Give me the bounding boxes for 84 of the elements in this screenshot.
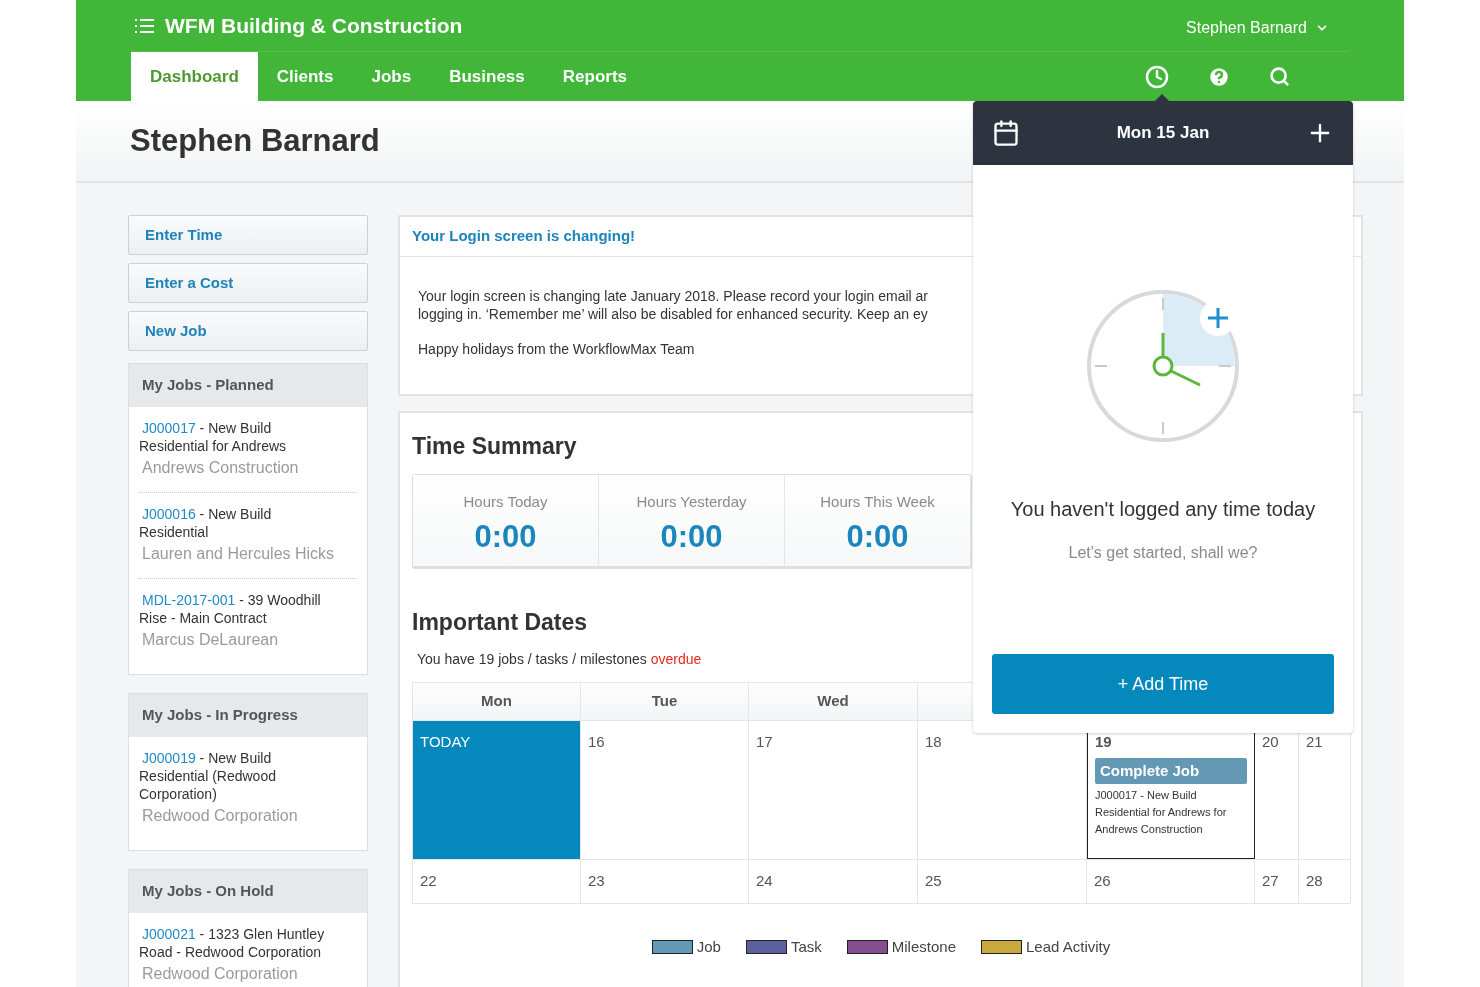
nav-tab[interactable]: Dashboard (131, 52, 258, 101)
client-name: Redwood Corporation (141, 964, 299, 984)
weekday-header: Wed (749, 683, 918, 720)
client-name: Andrews Construction (141, 458, 300, 478)
day-number: 16 (588, 732, 605, 752)
overdue-message: You have 19 jobs / tasks / milestones overdue (416, 650, 702, 669)
job-title: J000021 - 1323 Glen Huntley Road - Redwood Corporation (139, 925, 326, 961)
action-button[interactable]: Enter a Cost (128, 263, 368, 303)
section-title: Time Summary (412, 432, 577, 461)
notice-title: Your Login screen is changing! (412, 226, 636, 247)
day-number: TODAY (420, 732, 471, 752)
legend-label: Job (696, 937, 721, 957)
day-number: 27 (1262, 871, 1279, 891)
action-button[interactable]: New Job (128, 311, 368, 351)
day-number: 19 (1095, 732, 1112, 752)
day-number: 22 (420, 871, 437, 891)
day-cell[interactable]: 17 (749, 720, 918, 859)
day-cell[interactable]: 28 (1299, 859, 1351, 903)
empty-prompt: Let's get started, shall we? (1068, 543, 1258, 563)
legend-label: Milestone (891, 937, 956, 957)
action-button[interactable]: Enter Time (128, 215, 368, 255)
stat-value: 0:00 (846, 519, 909, 555)
add-time-button[interactable]: + Add Time (992, 654, 1334, 714)
job-link[interactable]: J000016 (139, 506, 196, 522)
section-title: Important Dates (412, 607, 588, 637)
panel-title: My Jobs - In Progress (142, 705, 298, 726)
user-menu[interactable]: Stephen Barnard (1186, 11, 1349, 40)
job-link[interactable]: J000021 (139, 926, 196, 942)
notice-text: logging in. ‘Remember me’ will also be disabled for enhanced security. Keep an ey (418, 305, 928, 323)
app-title: WFM Building & Construction (165, 12, 463, 39)
job-link[interactable]: J000017 (139, 420, 196, 436)
menu-icon[interactable] (135, 17, 154, 34)
nav-tab[interactable]: Business (430, 52, 544, 101)
nav-tab[interactable]: Clients (257, 52, 353, 101)
notice-text: Your login screen is changing late January 2018. Please record your login email ar (418, 287, 928, 305)
panel-title: My Jobs - On Hold (142, 881, 274, 902)
stat-value: 0:00 (474, 519, 537, 555)
job-title: J000016 - New Build Residential (139, 505, 273, 541)
clock-icon[interactable] (1145, 64, 1169, 89)
calendar-icon[interactable] (992, 119, 1020, 147)
legend-label: Task (790, 937, 822, 957)
job-title: J000019 - New Build Residential (Redwood Corporation) (139, 749, 277, 803)
panel-title: My Jobs - Planned (142, 375, 274, 396)
day-cell[interactable]: 18 (918, 720, 1087, 859)
day-cell[interactable]: 23 (581, 859, 749, 903)
popup-date: Mon 15 Jan (1116, 122, 1210, 145)
weekday-header: Mon (413, 683, 581, 720)
day-cell[interactable]: 22 (413, 859, 581, 903)
page-title: Stephen Barnard (130, 121, 380, 160)
empty-message: You haven't logged any time today (1010, 497, 1316, 522)
day-number: 24 (756, 871, 773, 891)
legend-label: Lead Activity (1026, 937, 1111, 957)
client-name: Redwood Corporation (141, 806, 299, 826)
day-cell[interactable]: 24 (749, 859, 918, 903)
job-link[interactable]: MDL-2017-001 (139, 592, 236, 608)
stat-label: Hours Yesterday (636, 491, 747, 512)
stat-label: Hours Today (463, 491, 548, 512)
day-number: 20 (1262, 732, 1279, 752)
search-icon[interactable] (1269, 66, 1290, 87)
day-number: 23 (588, 871, 605, 891)
client-name: Marcus DeLaurean (141, 630, 280, 650)
stat-value: 0:00 (660, 519, 723, 555)
today-cell[interactable]: TODAY (413, 720, 581, 859)
day-number: 25 (925, 871, 942, 891)
day-number: 17 (756, 732, 773, 752)
day-cell[interactable]: 27 (1255, 859, 1299, 903)
notice-signoff: Happy holidays from the WorkflowMax Team (418, 340, 695, 358)
day-number: 18 (925, 732, 942, 752)
nav-tab[interactable]: Reports (543, 52, 646, 101)
event-detail: J000017 - New Build Residential for Andrews for Andrews Construction (1095, 788, 1228, 837)
stat-label: Hours This Week (820, 491, 935, 512)
client-name: Lauren and Hercules Hicks (141, 544, 336, 564)
nav-tab[interactable]: Jobs (352, 52, 431, 101)
job-title: MDL-2017-001 - 39 Woodhill Rise - Main Contract (139, 591, 322, 627)
job-link[interactable]: J000019 (139, 750, 196, 766)
day-number: 28 (1306, 871, 1323, 891)
weekday-header: Tue (581, 683, 749, 720)
event-label[interactable]: Complete Job (1095, 757, 1247, 784)
day-number: 26 (1094, 871, 1111, 891)
day-cell[interactable]: 16 (581, 720, 749, 859)
day-cell[interactable]: 26 (1087, 859, 1255, 903)
day-number: 21 (1306, 732, 1323, 752)
job-title: J000017 - New Build Residential for Andrews (139, 419, 288, 455)
day-cell[interactable]: 25 (918, 859, 1087, 903)
